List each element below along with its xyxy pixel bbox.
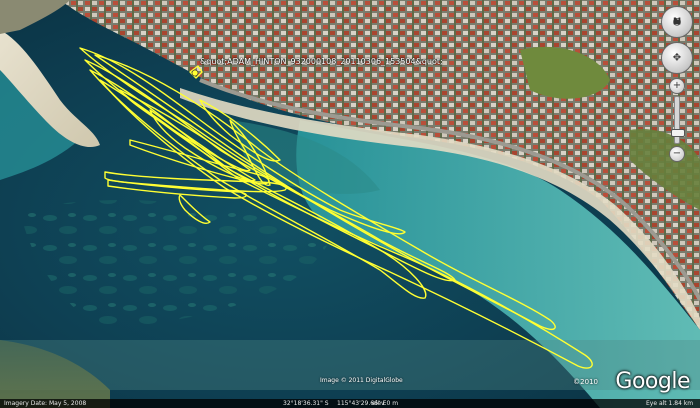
- zoom-slider[interactable]: [671, 96, 685, 144]
- zoom-out-button[interactable]: −: [669, 146, 685, 162]
- hand-icon: ✥: [672, 52, 682, 64]
- track-start-pin-icon[interactable]: [188, 66, 202, 80]
- elevation-readout: elev 0 m: [372, 400, 399, 407]
- logo-copyright: ©2010: [573, 378, 598, 386]
- latitude-readout: 32°18'36.31" S: [283, 400, 329, 407]
- eye-icon: ◉: [672, 16, 682, 28]
- status-bar: Imagery Date: May 5, 2008 32°18'36.31" S…: [0, 399, 700, 408]
- zoom-slider-thumb[interactable]: [671, 129, 685, 137]
- track-label[interactable]: &quot;ADAM_HINTON_932000108_20110306_153…: [200, 57, 443, 66]
- navigation-controls[interactable]: N ◉ ✥ + −: [660, 6, 694, 164]
- imagery-date: Imagery Date: May 5, 2008: [4, 400, 87, 407]
- map-view[interactable]: &quot;ADAM_HINTON_932000108_20110306_153…: [0, 0, 700, 408]
- zoom-in-button[interactable]: +: [669, 78, 685, 94]
- compass-ring-icon[interactable]: N ◉: [661, 6, 693, 38]
- eye-altitude-readout: Eye alt 1.84 km: [646, 400, 694, 407]
- pan-control-icon[interactable]: ✥: [661, 42, 693, 74]
- image-credit: Image © 2011 DigitalGlobe: [320, 377, 403, 384]
- google-logo: Google: [615, 369, 690, 394]
